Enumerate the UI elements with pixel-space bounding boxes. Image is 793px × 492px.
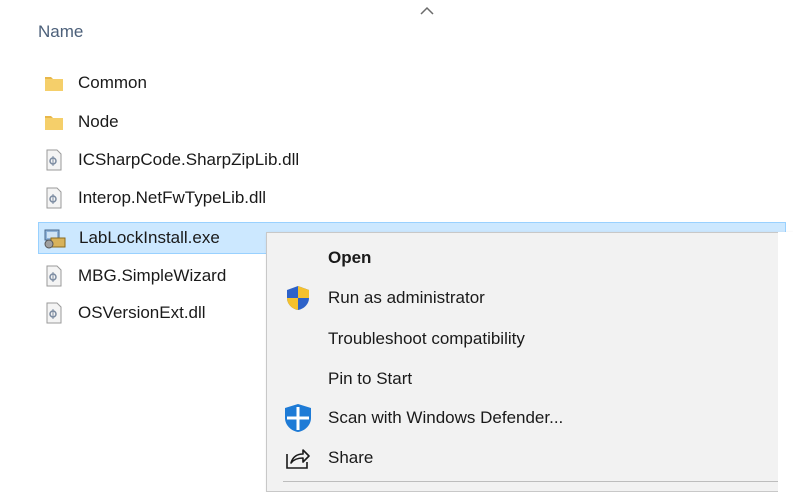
file-name: Common [78,73,147,92]
sort-ascending-icon[interactable] [418,4,436,18]
dll-file-icon [42,148,66,172]
menu-item-run-as-administrator[interactable]: Run as administrator [267,279,792,317]
dll-file-icon [42,264,66,288]
folder-icon [42,71,66,95]
menu-item-troubleshoot[interactable]: Troubleshoot compatibility [267,320,792,358]
file-name: ICSharpCode.SharpZipLib.dll [78,150,300,169]
window-edge [778,232,793,492]
menu-item-share[interactable]: Share [267,439,792,477]
file-name: Node [78,112,119,131]
file-name: OSVersionExt.dll [78,303,206,322]
menu-separator [283,481,792,482]
uac-shield-icon [283,283,313,313]
menu-item-scan-defender[interactable]: Scan with Windows Defender... [267,399,792,437]
menu-item-label: Scan with Windows Defender... [328,408,564,427]
file-row-netfwtypelib[interactable]: Interop.NetFwTypeLib.dll [38,182,778,214]
file-name: LabLockInstall.exe [79,228,220,247]
menu-item-label: Run as administrator [328,288,485,307]
dll-file-icon [42,301,66,325]
file-row-sharpziplib[interactable]: ICSharpCode.SharpZipLib.dll [38,144,778,176]
menu-item-pin-to-start[interactable]: Pin to Start [267,360,792,398]
menu-item-open[interactable]: Open [267,239,792,277]
menu-item-label: Pin to Start [328,369,413,388]
menu-item-label: Troubleshoot compatibility [328,329,525,348]
file-name: Interop.NetFwTypeLib.dll [78,188,267,207]
windows-defender-icon [283,403,313,433]
file-name: MBG.SimpleWizard [78,266,227,285]
name-column-header[interactable]: Name [38,22,83,42]
menu-item-label: Share [328,448,374,467]
file-row-node[interactable]: Node [38,106,778,138]
menu-item-label: Open [328,248,372,267]
folder-icon [42,110,66,134]
context-menu: Open Run as administrator Troubleshoot c… [266,232,793,492]
file-row-common[interactable]: Common [38,67,778,99]
installer-exe-icon [43,226,67,250]
share-icon [283,443,313,473]
dll-file-icon [42,186,66,210]
